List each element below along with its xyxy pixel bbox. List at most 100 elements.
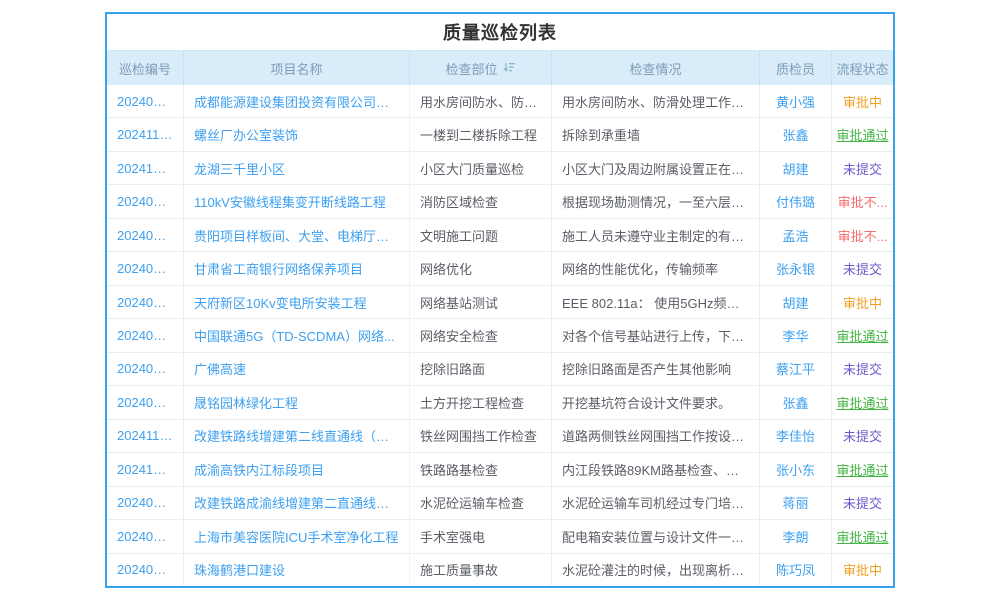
cell-inspector-text[interactable]: 张鑫 — [782, 393, 808, 412]
cell-id[interactable]: 2024010006 — [107, 219, 184, 251]
cell-id[interactable]: 2024120001 — [107, 453, 184, 485]
cell-project-text[interactable]: 110kV安徽线程集变开断线路工程 — [194, 192, 386, 211]
cell-inspector[interactable]: 付伟璐 — [760, 185, 832, 217]
cell-inspector-text[interactable]: 蒋丽 — [782, 493, 808, 512]
cell-id-text[interactable]: 2024040003 — [117, 261, 173, 276]
cell-project-text[interactable]: 贵阳项目样板间、大堂、电梯厅装... — [194, 226, 399, 245]
cell-id[interactable]: 2024060006 — [107, 487, 184, 519]
status-badge[interactable]: 审批通过 — [836, 527, 888, 546]
cell-id-text[interactable]: 2024090013 — [117, 328, 173, 343]
cell-id-text[interactable]: 2024120004 — [117, 161, 173, 176]
cell-inspector[interactable]: 孟浩 — [760, 219, 832, 251]
cell-status[interactable]: 未提交 — [832, 252, 893, 284]
status-badge[interactable]: 未提交 — [843, 493, 882, 512]
status-badge[interactable]: 审批通过 — [836, 393, 888, 412]
status-badge[interactable]: 未提交 — [843, 159, 882, 178]
cell-id[interactable]: 2024110002 — [107, 420, 184, 452]
cell-status[interactable]: 审批不... — [832, 185, 893, 217]
cell-project[interactable]: 珠海鹤港口建设 — [184, 554, 410, 586]
cell-inspector[interactable]: 李朗 — [760, 520, 832, 552]
cell-status[interactable]: 未提交 — [832, 487, 893, 519]
cell-status[interactable]: 审批中 — [832, 85, 893, 117]
status-badge[interactable]: 审批中 — [843, 293, 882, 312]
cell-project[interactable]: 甘肃省工商银行网络保养项目 — [184, 252, 410, 284]
cell-inspector[interactable]: 张小东 — [760, 453, 832, 485]
cell-inspector[interactable]: 蒋丽 — [760, 487, 832, 519]
status-badge[interactable]: 审批不... — [838, 192, 888, 211]
cell-status[interactable]: 未提交 — [832, 420, 893, 452]
cell-inspector[interactable]: 张鑫 — [760, 118, 832, 150]
sort-descending-icon[interactable] — [503, 61, 516, 76]
cell-inspector[interactable]: 李佳怡 — [760, 420, 832, 452]
cell-inspector-text[interactable]: 胡建 — [782, 159, 808, 178]
cell-id-text[interactable]: 2024070006 — [117, 395, 173, 410]
status-badge[interactable]: 未提交 — [843, 426, 882, 445]
cell-inspector-text[interactable]: 张永银 — [776, 259, 815, 278]
cell-id[interactable]: 2024110002 — [107, 118, 184, 150]
cell-project-text[interactable]: 甘肃省工商银行网络保养项目 — [194, 259, 363, 278]
cell-inspector-text[interactable]: 付伟璐 — [776, 192, 815, 211]
cell-inspector-text[interactable]: 李华 — [782, 326, 808, 345]
status-badge[interactable]: 审批通过 — [836, 326, 888, 345]
cell-status[interactable]: 审批通过 — [832, 520, 893, 552]
cell-status[interactable]: 审批通过 — [832, 453, 893, 485]
cell-id-text[interactable]: 2024110002 — [117, 428, 173, 443]
cell-status[interactable]: 未提交 — [832, 353, 893, 385]
cell-id-text[interactable]: 2024060006 — [117, 495, 173, 510]
cell-inspector[interactable]: 胡建 — [760, 152, 832, 184]
cell-project-text[interactable]: 成都能源建设集团投资有限公司临... — [194, 92, 399, 111]
status-badge[interactable]: 审批不... — [838, 226, 888, 245]
cell-status[interactable]: 审批中 — [832, 554, 893, 586]
cell-id-text[interactable]: 2024120001 — [117, 462, 173, 477]
cell-project[interactable]: 螺丝厂办公室装饰 — [184, 118, 410, 150]
cell-id-text[interactable]: 2024060002 — [117, 361, 173, 376]
status-badge[interactable]: 审批中 — [843, 92, 882, 111]
cell-id[interactable]: 2024090004 — [107, 286, 184, 318]
cell-id-text[interactable]: 2024110002 — [117, 127, 173, 142]
cell-project[interactable]: 改建铁路成渝线增建第二直通线（... — [184, 487, 410, 519]
cell-id-text[interactable]: 2024010006 — [117, 228, 173, 243]
cell-project[interactable]: 成都能源建设集团投资有限公司临... — [184, 85, 410, 117]
cell-project-text[interactable]: 珠海鹤港口建设 — [194, 560, 285, 579]
cell-id[interactable]: 2024010010 — [107, 185, 184, 217]
cell-project[interactable]: 天府新区10Kv变电所安装工程 — [184, 286, 410, 318]
cell-project[interactable]: 中国联通5G（TD-SCDMA）网络... — [184, 319, 410, 351]
cell-project-text[interactable]: 改建铁路成渝线增建第二直通线（... — [194, 493, 399, 512]
cell-project-text[interactable]: 上海市美容医院ICU手术室净化工程 — [194, 527, 398, 546]
cell-project-text[interactable]: 晟铭园林绿化工程 — [194, 393, 298, 412]
cell-project-text[interactable]: 螺丝厂办公室装饰 — [194, 125, 298, 144]
cell-project[interactable]: 改建铁路线增建第二线直通线（成... — [184, 420, 410, 452]
cell-inspector-text[interactable]: 胡建 — [782, 293, 808, 312]
cell-project[interactable]: 龙湖三千里小区 — [184, 152, 410, 184]
cell-project-text[interactable]: 改建铁路线增建第二线直通线（成... — [194, 426, 399, 445]
cell-inspector[interactable]: 李华 — [760, 319, 832, 351]
cell-id[interactable]: 2024070001 — [107, 554, 184, 586]
status-badge[interactable]: 审批通过 — [836, 125, 888, 144]
cell-project[interactable]: 上海市美容医院ICU手术室净化工程 — [184, 520, 410, 552]
cell-project[interactable]: 贵阳项目样板间、大堂、电梯厅装... — [184, 219, 410, 251]
cell-id[interactable]: 2024090016 — [107, 85, 184, 117]
cell-inspector[interactable]: 黄小强 — [760, 85, 832, 117]
status-badge[interactable]: 审批中 — [843, 560, 882, 579]
cell-status[interactable]: 审批通过 — [832, 386, 893, 418]
cell-inspector-text[interactable]: 陈巧凤 — [776, 560, 815, 579]
cell-project-text[interactable]: 天府新区10Kv变电所安装工程 — [194, 293, 367, 312]
cell-id[interactable]: 2024070006 — [107, 386, 184, 418]
cell-status[interactable]: 审批通过 — [832, 118, 893, 150]
cell-inspector-text[interactable]: 张鑫 — [782, 125, 808, 144]
cell-status[interactable]: 审批通过 — [832, 319, 893, 351]
cell-id-text[interactable]: 2024070001 — [117, 562, 173, 577]
cell-id[interactable]: 2024090013 — [107, 319, 184, 351]
cell-id[interactable]: 2024090020 — [107, 520, 184, 552]
cell-id-text[interactable]: 2024010010 — [117, 194, 173, 209]
cell-inspector-text[interactable]: 李朗 — [782, 527, 808, 546]
status-badge[interactable]: 未提交 — [843, 259, 882, 278]
cell-id-text[interactable]: 2024090016 — [117, 94, 173, 109]
cell-inspector[interactable]: 陈巧凤 — [760, 554, 832, 586]
cell-id-text[interactable]: 2024090020 — [117, 529, 173, 544]
status-badge[interactable]: 未提交 — [843, 359, 882, 378]
cell-project[interactable]: 晟铭园林绿化工程 — [184, 386, 410, 418]
cell-id[interactable]: 2024120004 — [107, 152, 184, 184]
cell-status[interactable]: 未提交 — [832, 152, 893, 184]
cell-inspector-text[interactable]: 孟浩 — [782, 226, 808, 245]
